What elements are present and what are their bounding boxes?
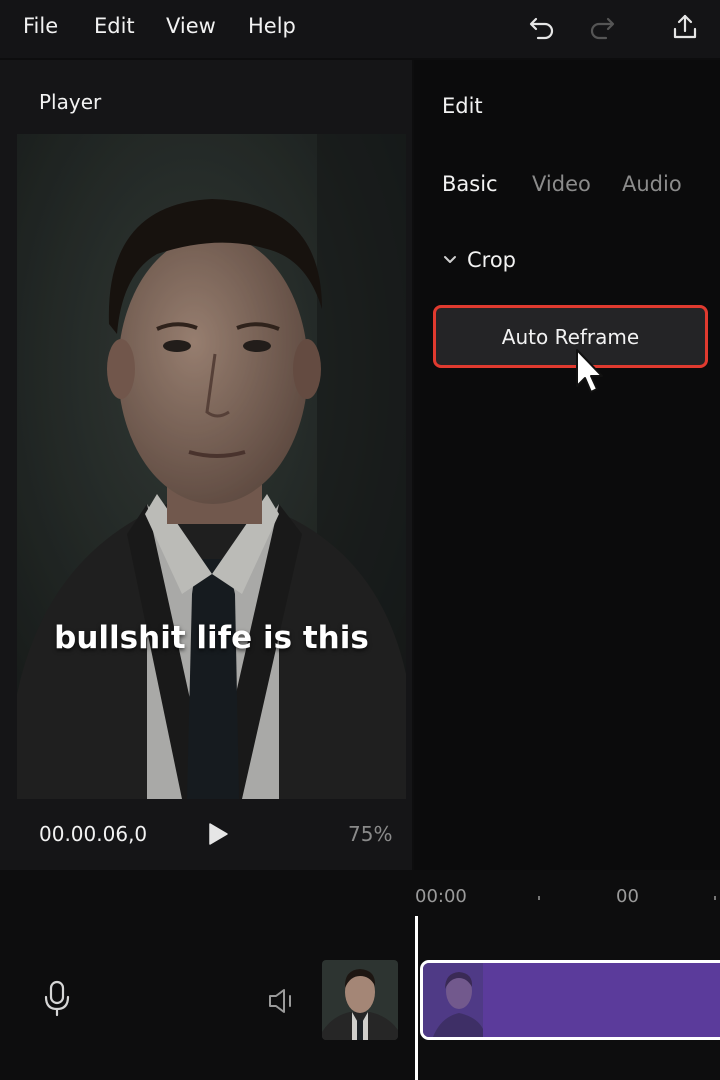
- ruler-label-next: 00: [616, 886, 639, 907]
- menu-bar: File Edit View Help: [0, 0, 720, 58]
- chevron-down-icon: [444, 256, 456, 263]
- tab-video[interactable]: Video: [532, 172, 591, 196]
- redo-icon[interactable]: [587, 12, 617, 42]
- play-icon: [209, 823, 228, 845]
- menu-edit[interactable]: Edit: [94, 14, 135, 38]
- menu-view[interactable]: View: [166, 14, 216, 38]
- timecode: 00.00.06,0: [39, 822, 148, 846]
- volume-icon[interactable]: [266, 986, 298, 1016]
- tab-basic[interactable]: Basic: [442, 172, 498, 196]
- menu-help[interactable]: Help: [248, 14, 296, 38]
- ruler-tick: [714, 896, 716, 900]
- playhead[interactable]: [415, 916, 418, 1080]
- video-frame-image: [17, 134, 406, 799]
- microphone-icon[interactable]: [42, 980, 72, 1018]
- player-title: Player: [39, 90, 102, 114]
- ruler-tick: [538, 896, 540, 900]
- auto-reframe-button[interactable]: Auto Reframe: [433, 305, 708, 368]
- edit-title: Edit: [442, 94, 483, 118]
- video-thumbnail[interactable]: [322, 960, 398, 1040]
- video-preview[interactable]: bullshit life is this: [17, 134, 406, 799]
- crop-label: Crop: [467, 248, 517, 272]
- tab-audio[interactable]: Audio: [622, 172, 682, 196]
- zoom-level[interactable]: 75%: [348, 822, 392, 846]
- play-button[interactable]: [205, 821, 231, 847]
- video-subtitle: bullshit life is this: [54, 620, 369, 656]
- undo-icon[interactable]: [527, 12, 557, 42]
- clip-frame-image: [423, 963, 483, 1037]
- mouse-cursor-icon: [576, 349, 603, 393]
- ruler-label-start: 00:00: [415, 886, 467, 907]
- menu-file[interactable]: File: [23, 14, 58, 38]
- export-icon[interactable]: [670, 12, 700, 42]
- thumbnail-image: [322, 960, 398, 1040]
- video-clip[interactable]: [420, 960, 720, 1040]
